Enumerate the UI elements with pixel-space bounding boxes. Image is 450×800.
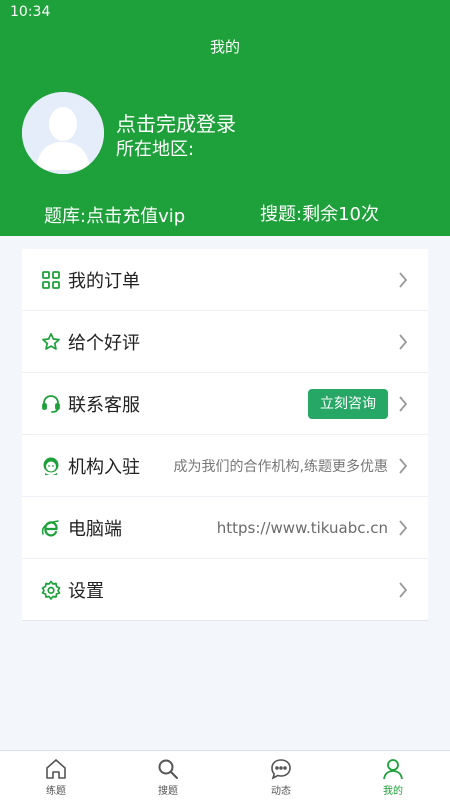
agent-icon	[41, 456, 61, 476]
profile-header: 10:34 我的 点击完成登录 所在地区: 题库:点击充值vip 搜题:剩余10…	[0, 0, 450, 236]
page-title: 我的	[209, 38, 240, 56]
chevron-right-icon	[398, 333, 408, 351]
menu-label: 机构入驻	[68, 456, 140, 478]
institution-promo-text: 成为我们的合作机构,练题更多优惠	[173, 458, 388, 475]
grid-icon	[41, 270, 61, 290]
bottom-tab-bar: 练题 搜题 动态 我的	[0, 750, 450, 800]
headset-icon	[41, 394, 61, 414]
tab-label: 我的	[383, 786, 403, 797]
desktop-url-text: https://www.tikuabc.cn	[216, 518, 388, 537]
menu-item-institution[interactable]: 机构入驻 成为我们的合作机构,练题更多优惠	[22, 435, 428, 497]
login-prompt[interactable]: 点击完成登录	[116, 108, 236, 137]
profile-menu: 我的订单 给个好评 联系客服 立刻咨询 机构入驻 成为我们的合作机构,练题更多优…	[22, 249, 428, 621]
search-remaining-count: 搜题:剩余10次	[260, 204, 379, 225]
chevron-right-icon	[398, 457, 408, 475]
tab-label: 动态	[271, 786, 291, 797]
menu-item-rate[interactable]: 给个好评	[22, 311, 428, 373]
chevron-right-icon	[398, 395, 408, 413]
tab-search[interactable]: 搜题	[138, 757, 198, 797]
menu-label: 我的订单	[68, 270, 140, 292]
region-label: 所在地区:	[116, 139, 195, 160]
menu-label: 给个好评	[68, 332, 140, 354]
consult-now-button[interactable]: 立刻咨询	[308, 389, 388, 419]
home-icon	[46, 759, 66, 779]
ie-icon	[41, 518, 61, 538]
tab-practice[interactable]: 练题	[26, 757, 86, 797]
tab-feed[interactable]: 动态	[251, 757, 311, 797]
tab-label: 搜题	[158, 786, 178, 797]
settings-icon	[41, 580, 61, 600]
menu-label: 设置	[68, 580, 104, 602]
menu-label: 电脑端	[68, 518, 122, 540]
tab-label: 练题	[46, 786, 66, 797]
menu-item-orders[interactable]: 我的订单	[22, 249, 428, 311]
chevron-right-icon	[398, 581, 408, 599]
menu-item-customer-service[interactable]: 联系客服 立刻咨询	[22, 373, 428, 435]
user-icon	[383, 759, 403, 780]
avatar[interactable]	[22, 92, 104, 174]
chevron-right-icon	[398, 271, 408, 289]
question-bank-vip-link[interactable]: 题库:点击充值vip	[44, 202, 185, 228]
star-icon	[41, 332, 61, 352]
menu-item-desktop[interactable]: 电脑端 https://www.tikuabc.cn	[22, 497, 428, 559]
search-icon	[158, 759, 178, 779]
menu-label: 联系客服	[68, 394, 140, 416]
tab-me[interactable]: 我的	[363, 757, 423, 797]
chat-icon	[271, 759, 291, 780]
chevron-right-icon	[398, 519, 408, 537]
status-time: 10:34	[10, 4, 51, 20]
menu-item-settings[interactable]: 设置	[22, 559, 428, 621]
default-avatar-icon	[22, 92, 104, 174]
